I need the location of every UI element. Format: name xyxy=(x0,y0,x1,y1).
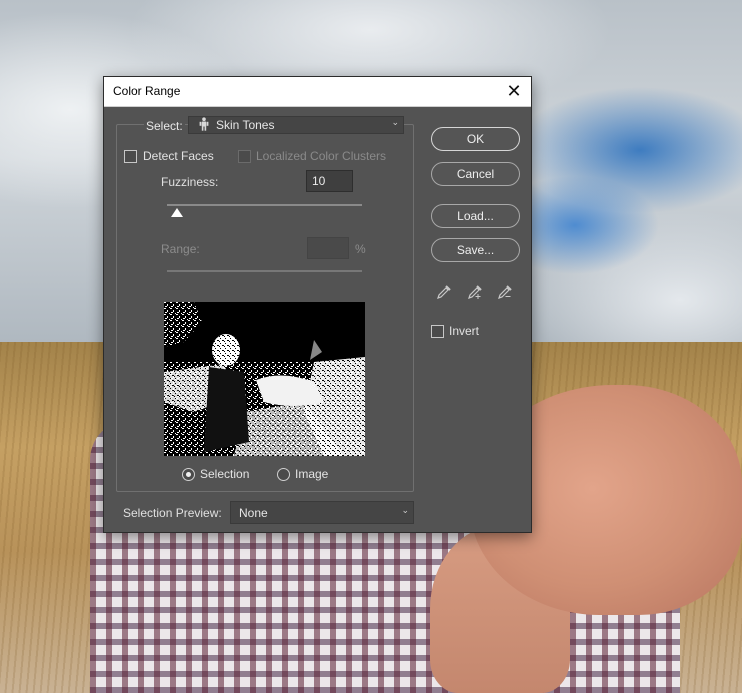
localized-clusters-label: Localized Color Clusters xyxy=(256,149,387,163)
image-radio-label: Image xyxy=(295,467,329,481)
range-label: Range: xyxy=(161,242,200,256)
range-percent-label: % xyxy=(355,242,366,256)
select-dropdown[interactable]: Skin Tones ⌄ xyxy=(188,116,404,134)
selection-preview-dropdown[interactable]: None ⌄ xyxy=(230,501,414,524)
range-input[interactable] xyxy=(307,237,349,259)
fuzziness-label: Fuzziness: xyxy=(161,175,219,189)
chevron-down-icon: ⌄ xyxy=(391,117,399,127)
selection-radio[interactable] xyxy=(182,468,195,481)
localized-clusters-checkbox[interactable] xyxy=(238,150,251,163)
person-icon xyxy=(199,117,209,134)
invert-checkbox[interactable] xyxy=(431,325,444,338)
chevron-down-icon: ⌄ xyxy=(401,505,409,515)
close-icon[interactable]: ✕ xyxy=(503,81,525,101)
detect-faces-label: Detect Faces xyxy=(143,149,214,163)
selection-preview-image xyxy=(164,302,365,456)
eyedropper-add-icon[interactable] xyxy=(467,284,483,303)
invert-label: Invert xyxy=(449,324,480,338)
dialog-titlebar[interactable]: Color Range ✕ xyxy=(104,77,531,107)
dialog-title: Color Range xyxy=(113,84,181,98)
select-label: Select: xyxy=(144,119,185,133)
selection-preview-value: None xyxy=(239,506,268,520)
selection-preview-label: Selection Preview: xyxy=(123,506,222,520)
ok-button[interactable]: OK xyxy=(431,127,520,151)
eyedropper-icon[interactable] xyxy=(436,284,452,303)
save-button[interactable]: Save... xyxy=(431,238,520,262)
eyedropper-subtract-icon[interactable] xyxy=(497,284,513,303)
fuzziness-input[interactable]: 10 xyxy=(306,170,353,192)
detect-faces-checkbox[interactable] xyxy=(124,150,137,163)
cancel-button[interactable]: Cancel xyxy=(431,162,520,186)
fuzziness-slider-track[interactable] xyxy=(167,204,362,206)
image-radio[interactable] xyxy=(277,468,290,481)
range-slider-track[interactable] xyxy=(167,270,362,272)
fuzziness-slider-thumb[interactable] xyxy=(171,208,183,217)
color-range-dialog: Color Range ✕ Select: Skin Tones ⌄ Detec… xyxy=(103,76,532,533)
selection-radio-label: Selection xyxy=(200,467,250,481)
load-button[interactable]: Load... xyxy=(431,204,520,228)
select-value: Skin Tones xyxy=(216,118,275,132)
